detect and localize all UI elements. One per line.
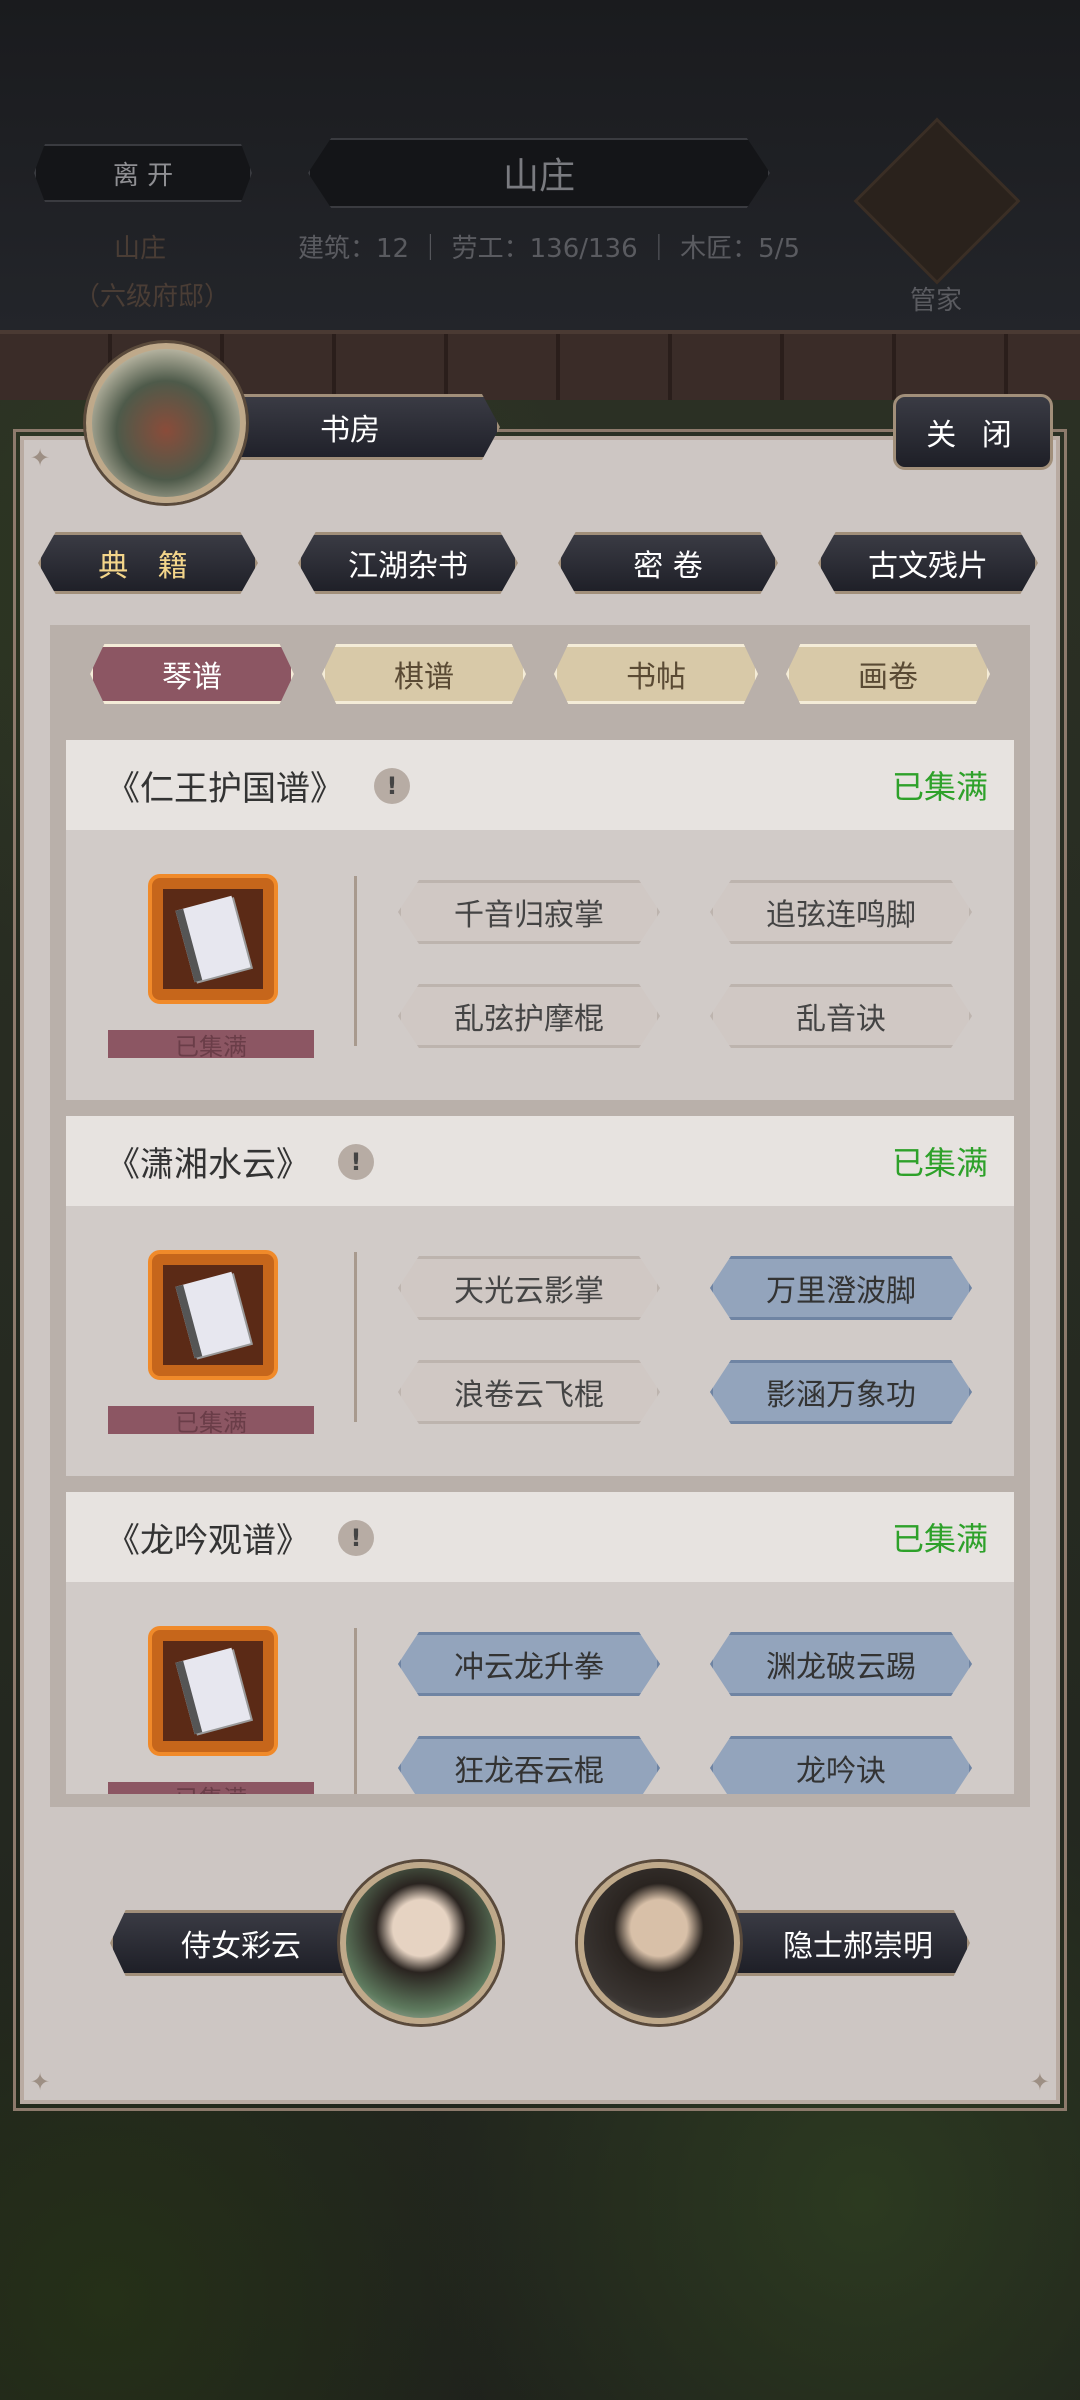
skill-chip[interactable]: 渊龙破云踢	[710, 1632, 972, 1696]
divider	[354, 876, 357, 1046]
skill-chip[interactable]: 狂龙吞云棍	[398, 1736, 660, 1794]
corner-ornament-icon: ✦	[30, 2068, 51, 2096]
subtab-calligraphy[interactable]: 书帖	[554, 644, 758, 704]
tab-jianghu-misc-books[interactable]: 江湖杂书	[298, 532, 518, 594]
collected-bar: 已集满	[108, 1030, 314, 1061]
skill-chip[interactable]: 浪卷云飞棍	[398, 1360, 660, 1424]
leave-button[interactable]: 离 开	[34, 144, 252, 202]
location-level: （六级府邸）	[74, 282, 231, 312]
tab-classics[interactable]: 典 籍	[38, 532, 258, 594]
hermit-portrait[interactable]	[578, 1862, 740, 2024]
info-icon[interactable]: !	[338, 1520, 374, 1556]
book-icon[interactable]	[148, 1250, 278, 1380]
book-card-header: 《龙吟观谱》 ! 已集满	[66, 1492, 1014, 1582]
collection-status: 已集满	[891, 1144, 988, 1182]
info-icon[interactable]: !	[338, 1144, 374, 1180]
steward-label: 管家	[910, 286, 963, 316]
collected-bar: 已集满	[108, 1406, 314, 1437]
location-name: 山庄	[114, 234, 167, 264]
skill-chip[interactable]: 影涵万象功	[710, 1360, 972, 1424]
book-card-header: 《仁王护国谱》 ! 已集满	[66, 740, 1014, 830]
skill-chip[interactable]: 天光云影掌	[398, 1256, 660, 1320]
hud-stats: 建筑：12 ｜ 劳工：136/136 ｜ 木匠：5/5	[298, 234, 800, 264]
npc-maid-label[interactable]: 侍女彩云	[110, 1910, 370, 1976]
hud-title: 山庄	[308, 138, 770, 208]
skill-chip[interactable]: 龙吟诀	[710, 1736, 972, 1794]
book-title: 《仁王护国谱》	[106, 768, 344, 809]
skill-chip[interactable]: 乱音诀	[710, 984, 972, 1048]
book-card: 《龙吟观谱》 ! 已集满 已集满 冲云龙升拳 渊龙破云踢 狂龙吞云棍 龙吟诀	[66, 1492, 1014, 1794]
collection-status: 已集满	[891, 1520, 988, 1558]
skill-chip[interactable]: 乱弦护摩棍	[398, 984, 660, 1048]
study-building-icon	[86, 343, 246, 503]
skill-chip[interactable]: 千音归寂掌	[398, 880, 660, 944]
info-icon[interactable]: !	[374, 768, 410, 804]
subtab-chess-manuals[interactable]: 棋谱	[322, 644, 526, 704]
skill-chip[interactable]: 冲云龙升拳	[398, 1632, 660, 1696]
npc-hermit-label[interactable]: 隐士郝崇明	[700, 1910, 970, 1976]
divider	[354, 1628, 357, 1794]
skill-chip[interactable]: 追弦连鸣脚	[710, 880, 972, 944]
book-card-header: 《潇湘水云》 ! 已集满	[66, 1116, 1014, 1206]
divider	[354, 1252, 357, 1422]
book-title: 《潇湘水云》	[106, 1144, 310, 1185]
book-card: 《仁王护国谱》 ! 已集满 已集满 千音归寂掌 追弦连鸣脚 乱弦护摩棍 乱音诀	[66, 740, 1014, 1100]
tab-ancient-fragments[interactable]: 古文残片	[818, 532, 1038, 594]
maid-portrait[interactable]	[340, 1862, 502, 2024]
book-title: 《龙吟观谱》	[106, 1520, 310, 1561]
book-icon[interactable]	[148, 874, 278, 1004]
collected-bar: 已集满	[108, 1782, 314, 1794]
tab-secret-scrolls[interactable]: 密 卷	[558, 532, 778, 594]
corner-ornament-icon: ✦	[1029, 2068, 1050, 2096]
book-card: 《潇湘水云》 ! 已集满 已集满 天光云影掌 万里澄波脚 浪卷云飞棍 影涵万象功	[66, 1116, 1014, 1476]
subtab-qin-scores[interactable]: 琴谱	[90, 644, 294, 704]
collection-status: 已集满	[891, 768, 988, 806]
book-icon[interactable]	[148, 1626, 278, 1756]
subtab-paintings[interactable]: 画卷	[786, 644, 990, 704]
close-button[interactable]: 关 闭	[893, 394, 1053, 470]
corner-ornament-icon: ✦	[30, 444, 51, 472]
book-list[interactable]: 《仁王护国谱》 ! 已集满 已集满 千音归寂掌 追弦连鸣脚 乱弦护摩棍 乱音诀 …	[66, 740, 1014, 1794]
skill-chip[interactable]: 万里澄波脚	[710, 1256, 972, 1320]
